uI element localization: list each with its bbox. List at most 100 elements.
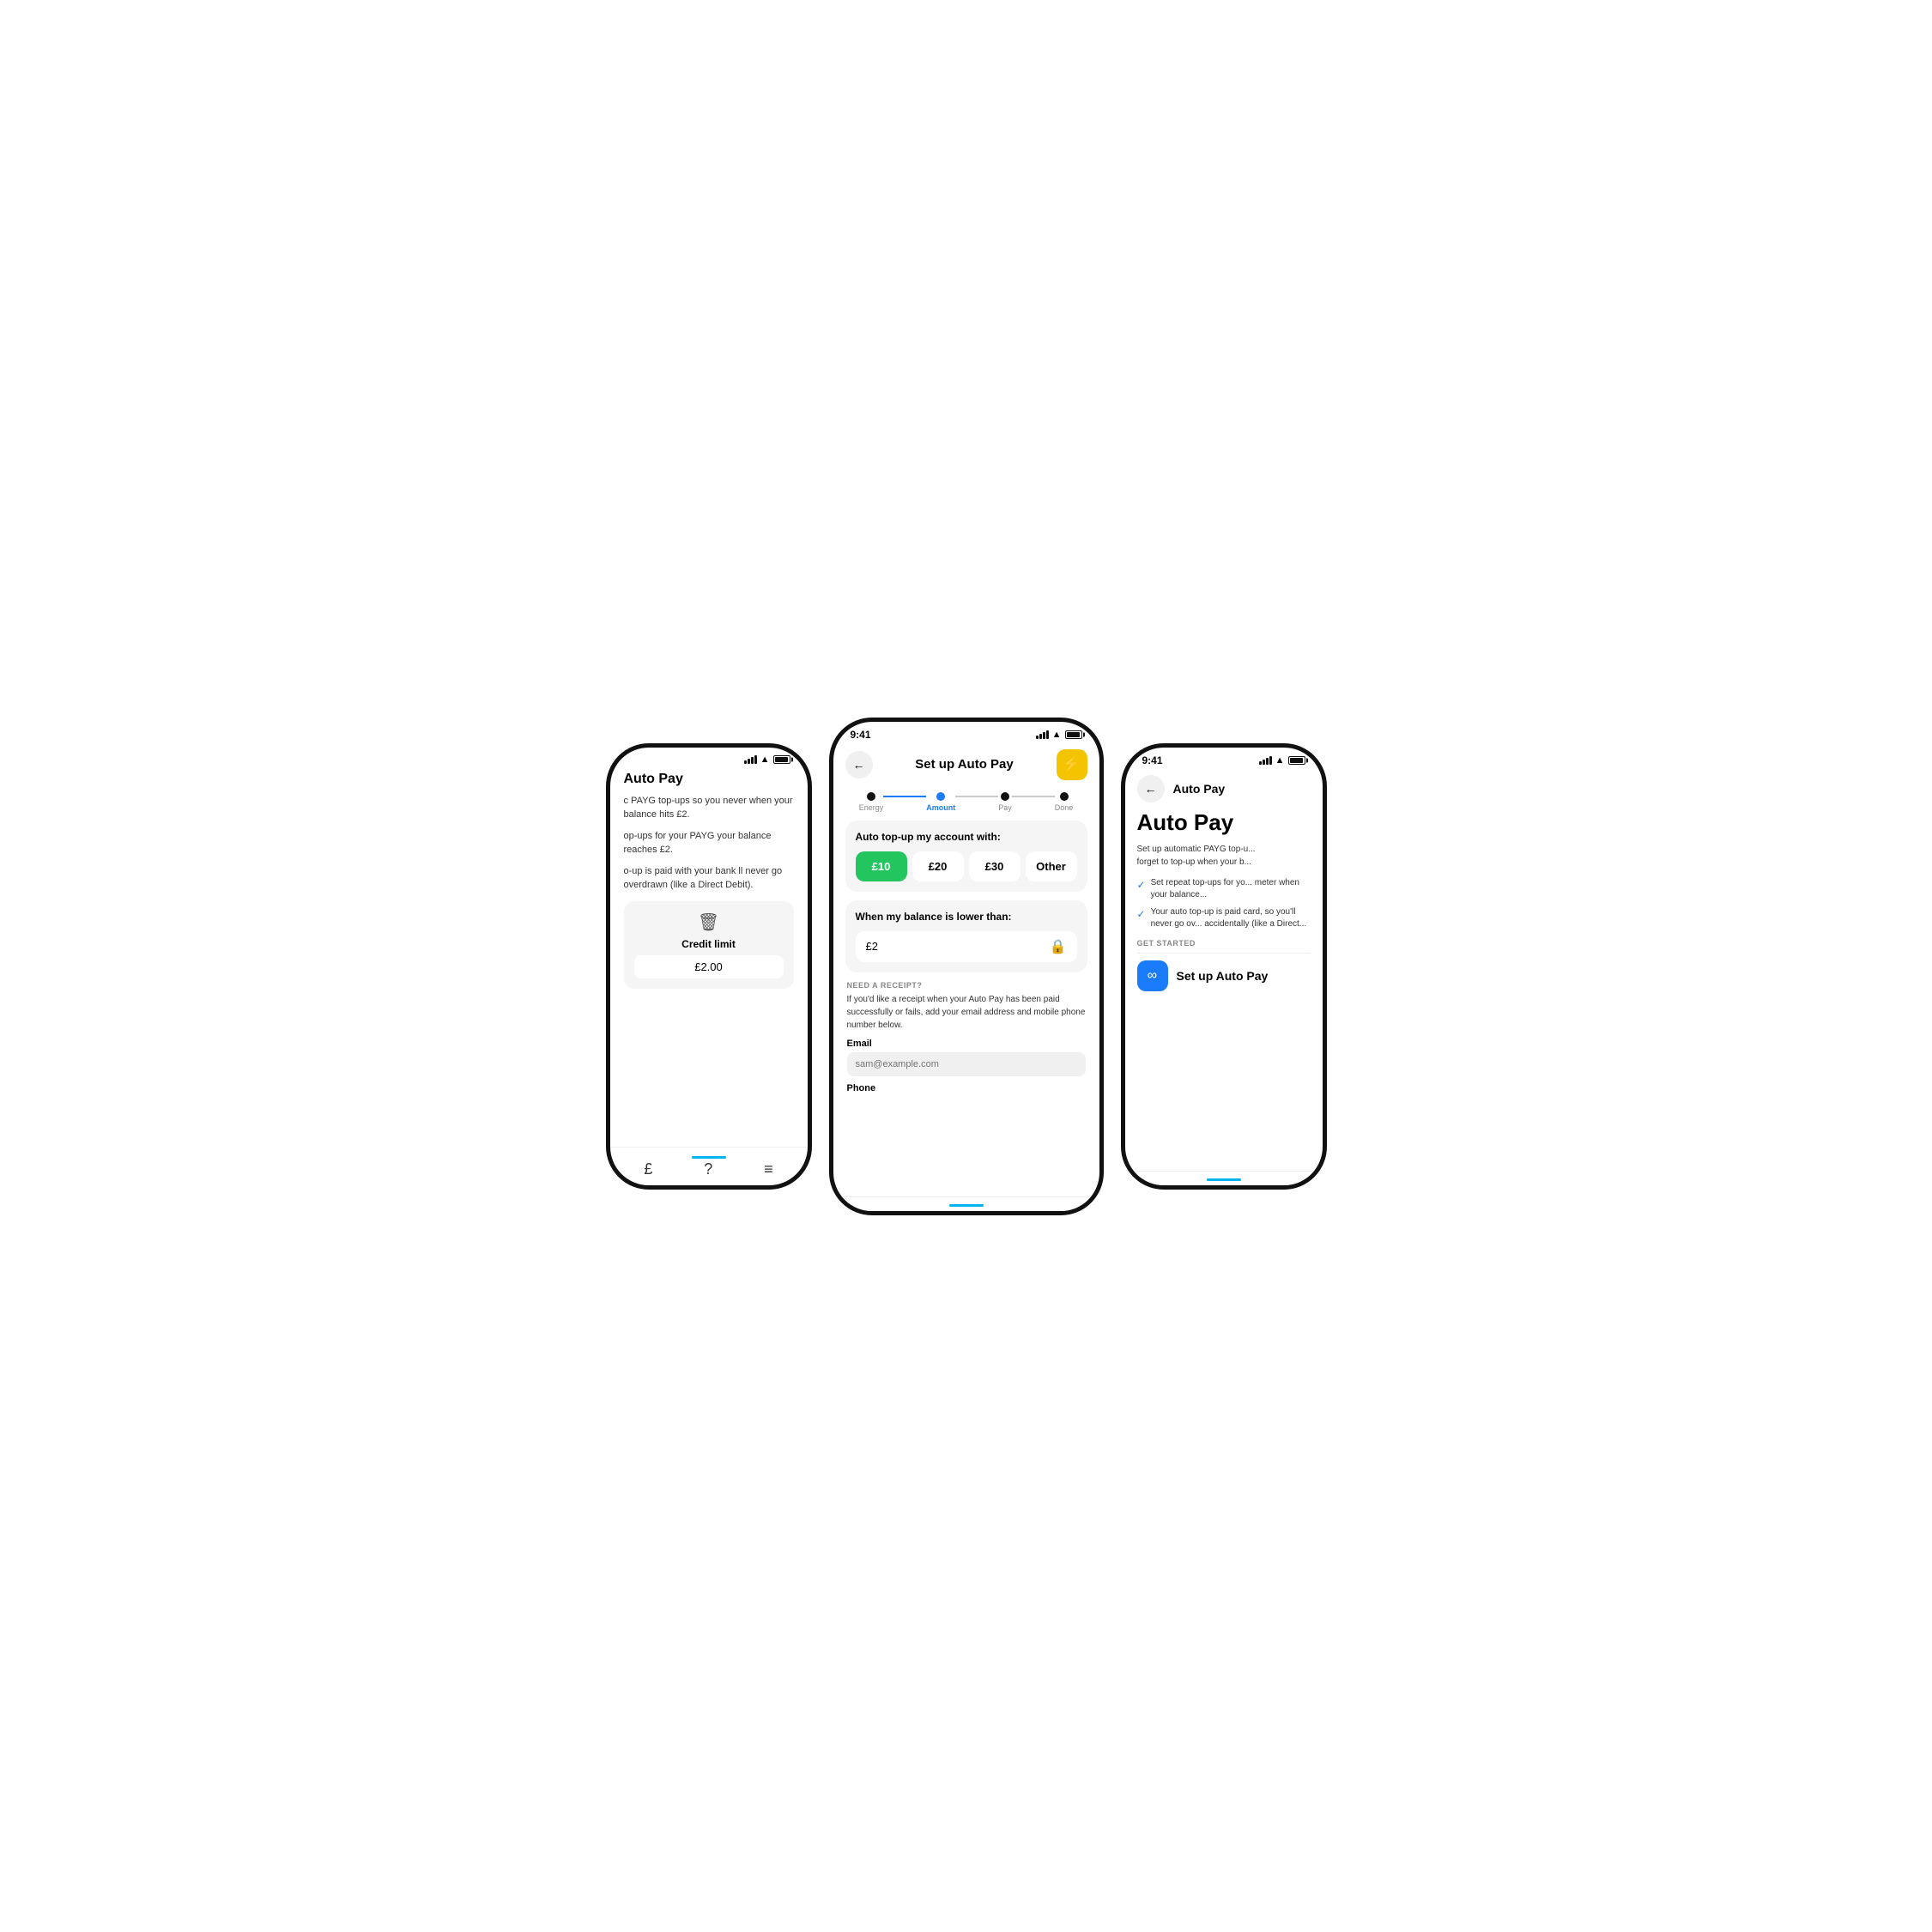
help-icon[interactable]: ? <box>704 1160 712 1178</box>
left-wifi-icon: ▲ <box>760 754 770 765</box>
center-nav-home[interactable]: ⌂ <box>862 1208 871 1215</box>
left-card: 🗑 Credit limit £2.00 <box>624 901 794 989</box>
center-battery-icon <box>1065 730 1082 739</box>
checkmark-1: ✓ <box>1137 878 1146 901</box>
meter-icon[interactable]: ⌘ <box>911 1210 924 1215</box>
center-bottom-nav: ⌂ ⌘ £ ? ≡ <box>833 1208 1099 1215</box>
left-phone: ▲ Auto Pay c PAYG top-ups so you never w… <box>606 743 812 1190</box>
amount-options: £10 £20 £30 Other <box>856 851 1077 881</box>
amount-btn-20[interactable]: £20 <box>912 851 964 881</box>
credit-label: Credit limit <box>681 938 736 950</box>
phone-label: Phone <box>847 1083 1086 1093</box>
center-pounds-icon[interactable]: £ <box>964 1208 972 1215</box>
right-pounds-icon[interactable]: £ <box>1280 1183 1288 1190</box>
right-bottom-nav: ⌂ ⌘ £ <box>1125 1183 1323 1190</box>
receipt-section: NEED A RECEIPT? If you'd like a receipt … <box>845 981 1087 1093</box>
right-nav-pounds[interactable]: £ <box>1280 1183 1288 1190</box>
left-bottom-bar: £ ? ≡ <box>610 1147 808 1185</box>
center-time: 9:41 <box>851 729 871 741</box>
email-label: Email <box>847 1039 1086 1049</box>
step-pay: Pay <box>998 792 1012 812</box>
left-body-text-1: c PAYG top-ups so you never when your ba… <box>624 794 794 822</box>
step-line-3 <box>1012 796 1055 797</box>
right-blue-line <box>1207 1178 1241 1181</box>
right-signal-icon <box>1259 756 1272 765</box>
setup-auto-pay-button[interactable]: ∞ Set up Auto Pay <box>1137 960 1311 991</box>
right-bottom-bar: ⌂ ⌘ £ <box>1125 1171 1323 1190</box>
check-item-2: ✓ Your auto top-up is paid card, so you'… <box>1137 906 1311 930</box>
checkmark-2: ✓ <box>1137 907 1146 930</box>
left-body-text-3: o-up is paid with your bank ll never go … <box>624 864 794 893</box>
balance-section: When my balance is lower than: £2 🔒 <box>845 900 1087 972</box>
center-nav-menu[interactable]: ≡ <box>1061 1208 1070 1215</box>
center-signal-icon <box>1036 730 1049 739</box>
right-status-icons: ▲ <box>1259 755 1305 766</box>
infinity-icon: ∞ <box>1137 960 1168 991</box>
right-time: 9:41 <box>1142 754 1163 766</box>
left-blue-line <box>692 1156 726 1159</box>
left-body: c PAYG top-ups so you never when your ba… <box>610 794 808 893</box>
center-status-bar: 9:41 ▲ <box>833 722 1099 744</box>
center-help-icon[interactable]: ? <box>1013 1208 1021 1215</box>
center-wifi-icon: ▲ <box>1052 730 1062 740</box>
center-nav-help[interactable]: ? <box>1013 1208 1021 1215</box>
topup-title: Auto top-up my account with: <box>856 831 1077 843</box>
right-intro-text: Set up automatic PAYG top-u...forget to … <box>1137 843 1311 869</box>
right-battery-icon <box>1288 756 1305 765</box>
lightning-button[interactable]: ⚡ <box>1057 749 1087 780</box>
right-nav-meter[interactable]: ⌘ <box>1218 1184 1230 1190</box>
step-line-1 <box>883 796 926 797</box>
amount-btn-10[interactable]: £10 <box>856 851 907 881</box>
check-item-1: ✓ Set repeat top-ups for yo... meter whe… <box>1137 877 1311 901</box>
credit-value: £2.00 <box>634 955 784 978</box>
lock-icon: 🔒 <box>1050 938 1067 955</box>
right-meter-icon[interactable]: ⌘ <box>1218 1184 1230 1190</box>
step-dot-amount <box>936 792 945 801</box>
amount-btn-30[interactable]: £30 <box>969 851 1021 881</box>
balance-input-row: £2 🔒 <box>856 931 1077 962</box>
trash-icon: 🗑 <box>698 911 719 933</box>
balance-value: £2 <box>866 940 878 953</box>
amount-btn-other[interactable]: Other <box>1026 851 1077 881</box>
left-nav-menu[interactable]: ≡ <box>764 1160 773 1178</box>
center-nav-pounds[interactable]: £ <box>964 1208 972 1215</box>
step-energy: Energy <box>859 792 884 812</box>
step-label-energy: Energy <box>859 803 884 812</box>
right-wifi-icon: ▲ <box>1275 755 1285 766</box>
setup-btn-label: Set up Auto Pay <box>1177 969 1269 983</box>
left-battery-icon <box>773 755 790 764</box>
step-line-2 <box>955 796 998 797</box>
home-icon[interactable]: ⌂ <box>862 1208 871 1215</box>
right-home-icon[interactable]: ⌂ <box>1159 1183 1168 1190</box>
menu-icon[interactable]: ≡ <box>764 1160 773 1178</box>
center-nav-meter[interactable]: ⌘ <box>911 1210 924 1215</box>
right-app-header: ← Auto Pay <box>1125 770 1323 809</box>
left-nav-help[interactable]: ? <box>704 1160 712 1178</box>
balance-title: When my balance is lower than: <box>856 911 1077 923</box>
back-button[interactable]: ← <box>845 751 873 778</box>
left-status-icons: ▲ <box>744 754 790 765</box>
check-text-1: Set repeat top-ups for yo... meter when … <box>1151 877 1311 901</box>
center-app-title: Set up Auto Pay <box>915 757 1013 772</box>
center-app-header: ← Set up Auto Pay ⚡ <box>833 744 1099 787</box>
receipt-label: NEED A RECEIPT? <box>847 981 1086 990</box>
left-body-text-2: op-ups for your PAYG your balance reache… <box>624 829 794 857</box>
back-icon: ← <box>853 758 865 772</box>
right-app-title: Auto Pay <box>1173 782 1226 796</box>
step-dot-pay <box>1001 792 1009 801</box>
email-input[interactable] <box>847 1052 1086 1076</box>
amount-section: Auto top-up my account with: £10 £20 £30… <box>845 821 1087 892</box>
right-main: Auto Pay Set up automatic PAYG top-u...f… <box>1125 809 1323 991</box>
step-done: Done <box>1055 792 1074 812</box>
center-menu-icon[interactable]: ≡ <box>1061 1208 1070 1215</box>
left-header-title: Auto Pay <box>610 768 808 794</box>
step-label-done: Done <box>1055 803 1074 812</box>
pounds-icon[interactable]: £ <box>644 1160 652 1178</box>
right-content: ← Auto Pay Auto Pay Set up automatic PAY… <box>1125 770 1323 1190</box>
right-big-title: Auto Pay <box>1137 809 1311 836</box>
step-dot-done <box>1060 792 1069 801</box>
step-dot-energy <box>867 792 875 801</box>
right-nav-home[interactable]: ⌂ <box>1159 1183 1168 1190</box>
right-back-button[interactable]: ← <box>1137 775 1165 802</box>
left-nav-pounds[interactable]: £ <box>644 1160 652 1178</box>
